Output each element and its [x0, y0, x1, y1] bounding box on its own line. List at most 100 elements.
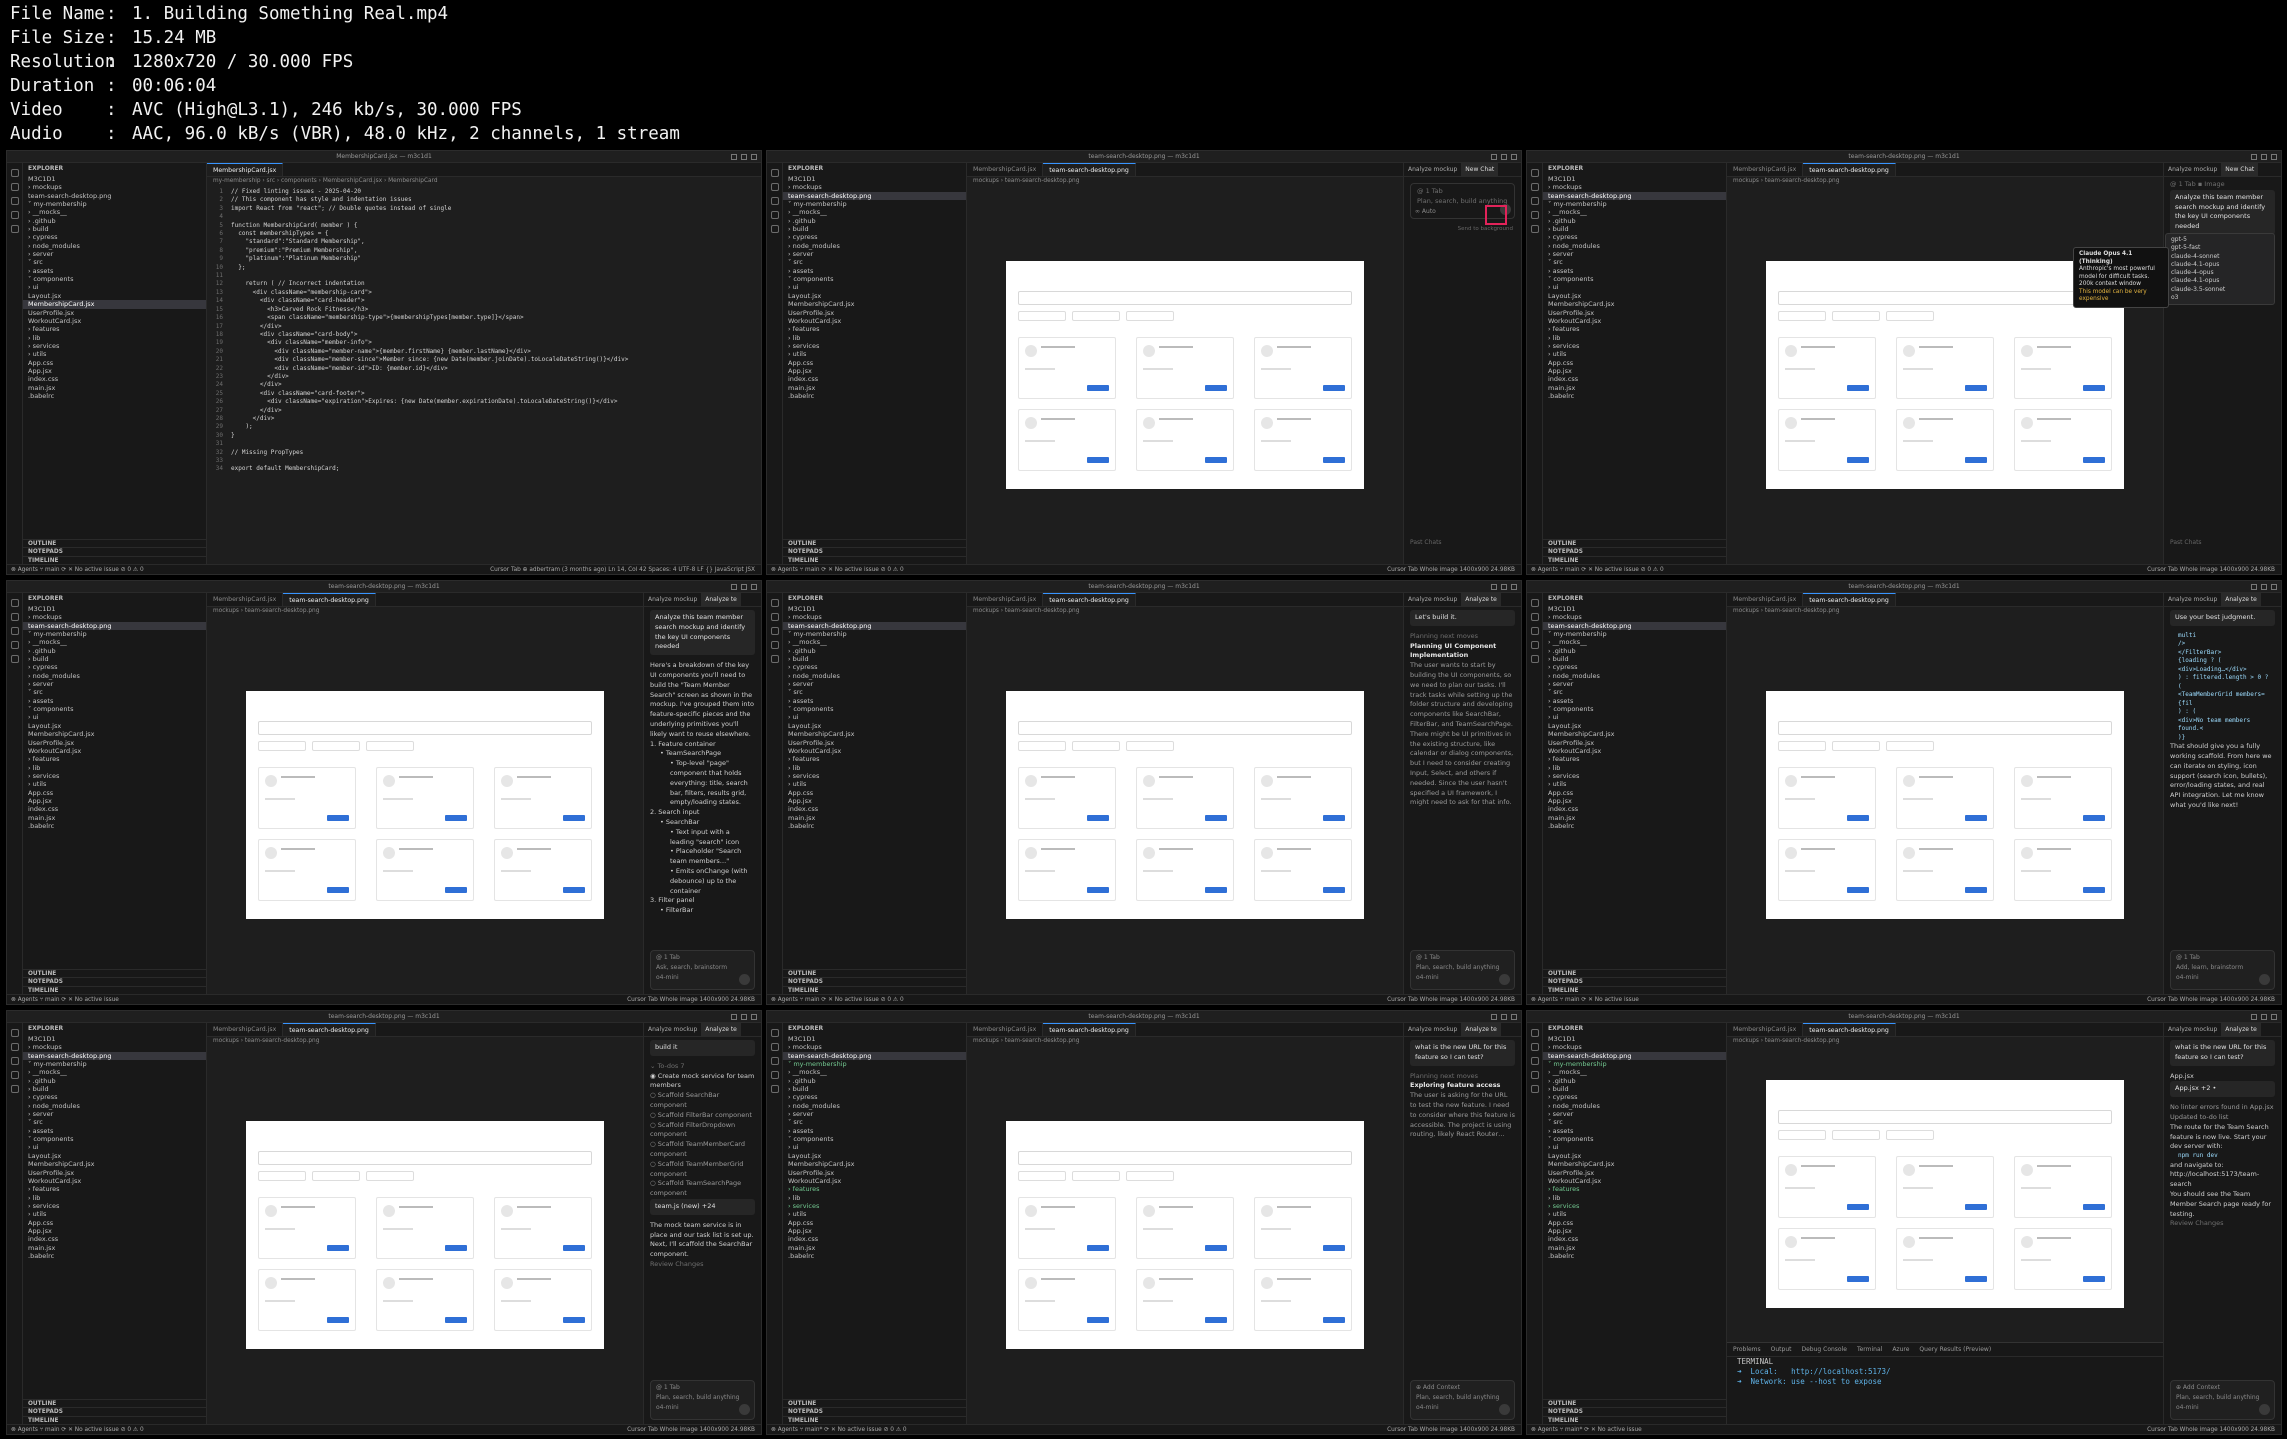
- tree-item[interactable]: Layout.jsx: [783, 292, 966, 300]
- panel-toggle-icon[interactable]: [741, 1014, 747, 1020]
- tree-item[interactable]: › ui: [23, 1143, 206, 1151]
- tree-item[interactable]: App.css: [23, 789, 206, 797]
- search-icon[interactable]: [10, 1043, 19, 1051]
- tree-item[interactable]: › utils: [1543, 780, 1726, 788]
- tree-item[interactable]: › utils: [23, 350, 206, 358]
- chat-tab[interactable]: Analyze mockup: [644, 593, 701, 606]
- split-icon[interactable]: [2271, 154, 2277, 160]
- send-button[interactable]: [1499, 974, 1510, 985]
- search-icon[interactable]: [1530, 1043, 1539, 1051]
- tree-item[interactable]: index.css: [23, 375, 206, 383]
- notepads-section[interactable]: NOTEPADS: [1543, 977, 1726, 986]
- tree-item[interactable]: ˅ src: [783, 688, 966, 696]
- tree-item[interactable]: WorkoutCard.jsx: [23, 747, 206, 755]
- split-icon[interactable]: [751, 154, 757, 160]
- model-selector[interactable]: o4-mini: [656, 1403, 749, 1413]
- send-button[interactable]: [1499, 1404, 1510, 1415]
- tree-item[interactable]: › ui: [1543, 283, 1726, 291]
- tree-item[interactable]: › server: [1543, 680, 1726, 688]
- tree-item[interactable]: › cypress: [783, 663, 966, 671]
- tree-item[interactable]: main.jsx: [1543, 814, 1726, 822]
- extensions-icon[interactable]: [770, 1085, 779, 1093]
- editor-tab[interactable]: MembershipCard.jsx: [207, 1023, 284, 1036]
- outline-section[interactable]: OUTLINE: [1543, 968, 1726, 978]
- chat-tab[interactable]: Analyze te: [1461, 1023, 1501, 1036]
- model-option[interactable]: gpt-5: [2171, 236, 2269, 244]
- tree-item[interactable]: › mockups: [783, 613, 966, 621]
- tree-item[interactable]: › lib: [23, 764, 206, 772]
- tree-item[interactable]: › ui: [23, 283, 206, 291]
- tree-item[interactable]: › features: [783, 1185, 966, 1193]
- tree-item[interactable]: App.css: [1543, 789, 1726, 797]
- tree-item[interactable]: ˅ components: [783, 275, 966, 283]
- tree-item[interactable]: ˅ my-membership: [783, 630, 966, 638]
- tree-item[interactable]: › features: [23, 325, 206, 333]
- split-icon[interactable]: [1511, 154, 1517, 160]
- tree-item[interactable]: › utils: [783, 1210, 966, 1218]
- tree-item[interactable]: UserProfile.jsx: [1543, 1169, 1726, 1177]
- tree-item[interactable]: › server: [23, 1110, 206, 1118]
- chat-composer[interactable]: @ 1 Tab Plan, search, build anything o4-mi…: [1410, 950, 1515, 990]
- run-debug-icon[interactable]: [1530, 211, 1539, 219]
- tree-item[interactable]: › ui: [783, 1143, 966, 1151]
- tree-item[interactable]: ˅ src: [783, 1118, 966, 1126]
- source-control-icon[interactable]: [1530, 627, 1539, 635]
- tree-item[interactable]: index.css: [23, 1235, 206, 1243]
- tree-item[interactable]: › assets: [23, 267, 206, 275]
- editor-tab[interactable]: MembershipCard.jsx: [967, 163, 1044, 176]
- tree-item[interactable]: .babelrc: [1543, 822, 1726, 830]
- tree-item[interactable]: App.css: [1543, 1219, 1726, 1227]
- tree-item[interactable]: team-search-desktop.png: [783, 621, 966, 631]
- tree-item[interactable]: ˅ components: [1543, 705, 1726, 713]
- tree-item[interactable]: › cypress: [783, 233, 966, 241]
- tree-item[interactable]: › __mocks__: [783, 1068, 966, 1076]
- tree-item[interactable]: team-search-desktop.png: [23, 1051, 206, 1061]
- tree-item[interactable]: › assets: [1543, 697, 1726, 705]
- chat-tab[interactable]: Analyze mockup: [1404, 163, 1461, 176]
- source-control-icon[interactable]: [10, 627, 19, 635]
- tree-item[interactable]: App.jsx: [23, 367, 206, 375]
- tree-item[interactable]: › services: [23, 1202, 206, 1210]
- editor-tab[interactable]: MembershipCard.jsx: [1727, 163, 1804, 176]
- source-control-icon[interactable]: [770, 1057, 779, 1065]
- editor-tab[interactable]: team-search-desktop.png: [283, 1023, 376, 1036]
- tree-item[interactable]: App.jsx: [1543, 367, 1726, 375]
- tree-item[interactable]: › build: [23, 1085, 206, 1093]
- user-message[interactable]: Let's build it.: [1410, 610, 1515, 626]
- model-selector[interactable]: o4-mini: [1416, 1403, 1509, 1413]
- tree-item[interactable]: ˅ components: [23, 705, 206, 713]
- tree-item[interactable]: App.css: [23, 359, 206, 367]
- tree-item[interactable]: team-search-desktop.png: [23, 621, 206, 631]
- terminal-tab[interactable]: Query Results (Preview): [1919, 1346, 1991, 1353]
- tree-item[interactable]: WorkoutCard.jsx: [23, 1177, 206, 1185]
- tree-item[interactable]: .babelrc: [783, 822, 966, 830]
- tree-item[interactable]: › cypress: [783, 1093, 966, 1101]
- editor-tab[interactable]: MembershipCard.jsx: [967, 1023, 1044, 1036]
- chat-tab[interactable]: Analyze mockup: [2164, 163, 2221, 176]
- split-icon[interactable]: [2271, 584, 2277, 590]
- tree-item[interactable]: › node_modules: [23, 242, 206, 250]
- tree-item[interactable]: › utils: [1543, 350, 1726, 358]
- tree-item[interactable]: › services: [1543, 1202, 1726, 1210]
- outline-section[interactable]: OUTLINE: [23, 538, 206, 548]
- tree-item[interactable]: › build: [783, 225, 966, 233]
- tree-item[interactable]: › .github: [1543, 217, 1726, 225]
- source-control-icon[interactable]: [1530, 197, 1539, 205]
- tree-item[interactable]: App.jsx: [783, 797, 966, 805]
- tree-item[interactable]: M3C1D1: [23, 605, 206, 613]
- tree-item[interactable]: ˅ src: [23, 258, 206, 266]
- panel-toggle-icon[interactable]: [2261, 154, 2267, 160]
- tree-item[interactable]: Layout.jsx: [23, 1152, 206, 1160]
- tree-item[interactable]: ˅ my-membership: [1543, 630, 1726, 638]
- tree-item[interactable]: index.css: [783, 375, 966, 383]
- tree-item[interactable]: › ui: [23, 713, 206, 721]
- tree-item[interactable]: › features: [23, 755, 206, 763]
- tree-item[interactable]: › build: [23, 655, 206, 663]
- tree-item[interactable]: main.jsx: [23, 814, 206, 822]
- tree-item[interactable]: .babelrc: [23, 822, 206, 830]
- timeline-section[interactable]: TIMELINE: [23, 555, 206, 565]
- tree-item[interactable]: › mockups: [1543, 183, 1726, 191]
- tree-item[interactable]: ˅ src: [783, 258, 966, 266]
- outline-section[interactable]: OUTLINE: [783, 538, 966, 548]
- extensions-icon[interactable]: [1530, 655, 1539, 663]
